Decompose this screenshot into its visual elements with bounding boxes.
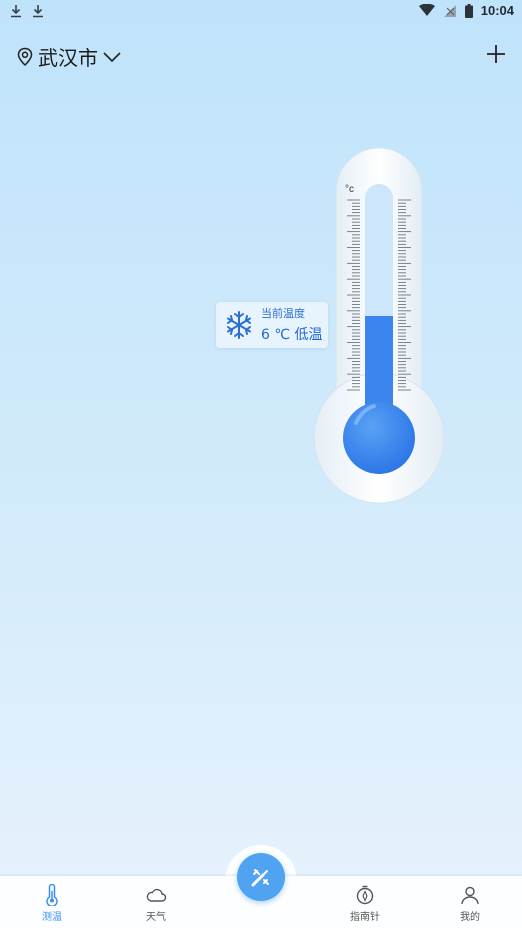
wifi-icon	[418, 4, 435, 16]
thermometer-bulb	[343, 402, 415, 474]
top-bar: 武汉市	[0, 38, 522, 72]
compass-icon	[356, 885, 374, 905]
nav-label-measure: 测温	[42, 912, 62, 923]
current-temp-value: 6 ℃ 低温	[261, 327, 323, 343]
chevron-down-icon	[103, 51, 121, 62]
snowflake-icon	[227, 311, 251, 339]
download-icon	[33, 5, 43, 18]
tools-fab-button[interactable]	[237, 853, 285, 901]
nav-label-compass: 指南针	[350, 912, 380, 923]
no-signal-icon	[443, 4, 456, 17]
city-name: 武汉市	[38, 46, 98, 70]
nav-item-compass[interactable]: 指南针	[335, 884, 395, 928]
unit-label: °c	[345, 184, 354, 195]
download-icon	[11, 5, 21, 18]
cloud-icon	[146, 888, 167, 902]
nav-item-weather[interactable]: 天气	[126, 884, 186, 928]
current-temperature-card: 当前温度 6 ℃ 低温	[216, 302, 328, 348]
nav-item-profile[interactable]: 我的	[440, 884, 500, 928]
battery-icon	[464, 3, 473, 18]
profile-icon	[461, 886, 479, 905]
current-temp-title: 当前温度	[261, 307, 305, 320]
status-time: 10:04	[480, 3, 514, 18]
location-pin-icon	[17, 47, 33, 66]
thermometer-icon	[46, 884, 58, 906]
add-city-button[interactable]	[482, 40, 510, 68]
nav-label-profile: 我的	[460, 912, 480, 923]
nav-item-measure[interactable]: 测温	[22, 884, 82, 928]
edit-tools-icon	[251, 869, 269, 887]
status-bar: 10:04	[0, 0, 522, 26]
nav-label-weather: 天气	[146, 912, 166, 923]
city-selector[interactable]: 武汉市	[16, 42, 122, 71]
thermometer-graphic: °c	[313, 148, 445, 504]
